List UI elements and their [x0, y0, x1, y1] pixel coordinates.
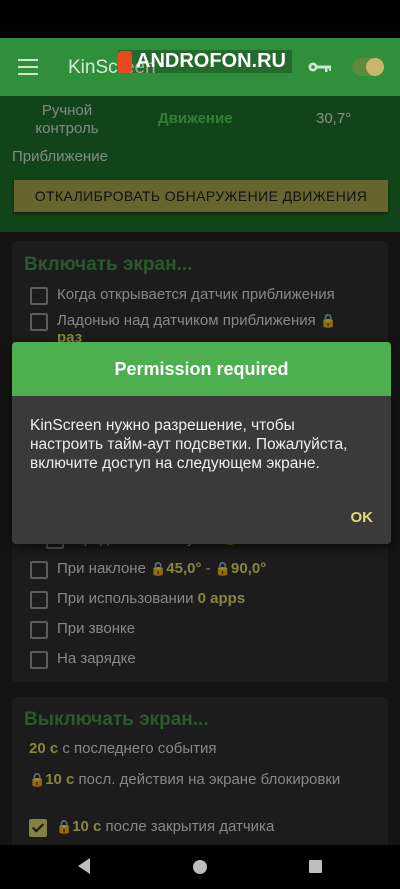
dialog-title: Permission required [12, 342, 391, 396]
recents-icon[interactable] [309, 860, 322, 873]
back-icon[interactable] [78, 858, 90, 874]
permission-dialog: Permission required KinScreen нужно разр… [12, 342, 391, 544]
service-toggle[interactable] [352, 58, 384, 76]
app-bar: KinScreen ANDROFON.RU [0, 38, 400, 96]
watermark-text: ANDROFON.RU [136, 50, 286, 72]
dialog-message: KinScreen нужно разрешение, чтобы настро… [30, 417, 348, 472]
key-icon[interactable] [308, 60, 332, 74]
scrim-top [0, 96, 400, 232]
menu-icon[interactable] [18, 59, 38, 75]
ok-button[interactable]: OK [351, 509, 374, 526]
phone-logo-icon [118, 50, 132, 73]
toggle-knob [366, 58, 384, 76]
home-icon[interactable] [193, 860, 207, 874]
watermark: ANDROFON.RU [118, 50, 292, 73]
status-bar [0, 0, 400, 38]
navigation-bar [0, 845, 400, 889]
